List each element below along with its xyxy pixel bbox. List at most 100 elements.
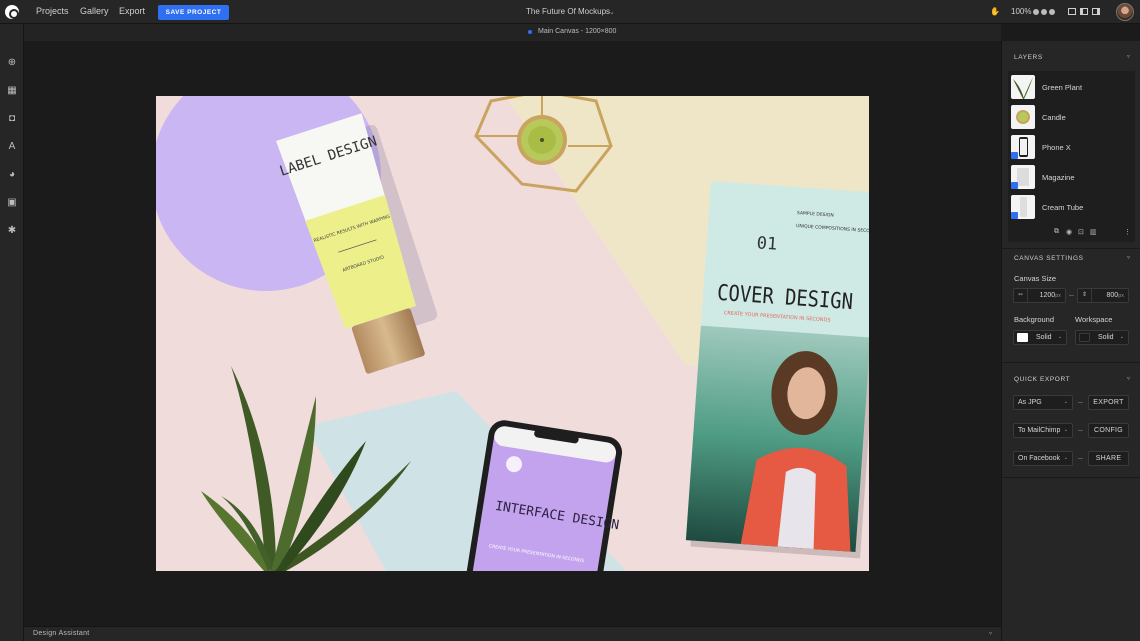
unit-label: px — [1055, 293, 1061, 299]
export-button[interactable]: EXPORT — [1088, 395, 1129, 410]
chevron-down-icon: ⌄ — [1057, 334, 1062, 340]
canvas-info-bar: Main Canvas - 1200×800 — [24, 24, 1001, 41]
workspace: LABEL DESIGN REALISTIC RESULTS WITH WARP… — [24, 41, 1001, 626]
layer-thumb — [1011, 195, 1035, 219]
layers-list: Green Plant Candle Phone X Magazine Crea… — [1008, 71, 1135, 242]
zoom-out-icon[interactable] — [1041, 9, 1047, 15]
facebook-value: On Facebook — [1018, 455, 1061, 462]
smart-object-icon — [1011, 212, 1018, 219]
visibility-icon[interactable]: ◉ — [1066, 228, 1072, 236]
canvas-settings-collapse-icon[interactable]: ▿ — [1127, 254, 1130, 261]
layer-name: Phone X — [1042, 143, 1071, 152]
layout-single-icon[interactable] — [1068, 8, 1076, 15]
more-icon[interactable]: ⋮ — [1124, 228, 1131, 236]
duplicate-icon[interactable]: ⧉ — [1054, 228, 1059, 236]
canvas-width-field[interactable]: ⇿ 1200px — [1013, 288, 1066, 303]
delete-icon[interactable]: ▥ — [1090, 228, 1097, 236]
layer-thumb — [1011, 75, 1035, 99]
layers-collapse-icon[interactable]: ▿ — [1127, 53, 1130, 60]
chevron-down-icon: ⌄ — [1119, 334, 1124, 340]
export-format-value: As JPG — [1018, 399, 1042, 406]
canvas-size-label: Canvas Size — [1014, 274, 1057, 283]
main-canvas[interactable]: LABEL DESIGN REALISTIC RESULTS WITH WARP… — [156, 96, 869, 571]
canvas-width-value: 1200 — [1039, 292, 1056, 299]
layer-thumb — [1011, 105, 1035, 129]
canvas-settings-title: CANVAS SETTINGS — [1014, 255, 1084, 262]
export-format-select[interactable]: As JPG ⌄ — [1013, 395, 1073, 410]
workspace-swatch — [1079, 333, 1090, 342]
workspace-select[interactable]: Solid ⌄ — [1075, 330, 1129, 345]
mailchimp-value: To MailChimp — [1018, 427, 1061, 434]
app-window: Projects Gallery Export SAVE PROJECT The… — [0, 0, 1140, 641]
nav-gallery[interactable]: Gallery — [80, 6, 109, 16]
background-select[interactable]: Solid ⌄ — [1013, 330, 1067, 345]
project-title[interactable]: The Future Of Mockups — [526, 7, 610, 16]
screen-icon[interactable]: ▣ — [6, 197, 18, 209]
workspace-value: Solid — [1098, 334, 1114, 341]
layer-item-green-plant[interactable]: Green Plant — [1011, 73, 1133, 101]
canvas-height-field[interactable]: ⇕ 800px — [1077, 288, 1129, 303]
divider — [1002, 477, 1140, 478]
canvas-name: Main Canvas - 1200×800 — [538, 28, 617, 35]
hand-tool-icon[interactable]: ✋ — [990, 7, 1000, 16]
layer-item-cream-tube[interactable]: Cream Tube — [1011, 193, 1133, 221]
grid-icon[interactable]: ▦ — [6, 85, 18, 97]
avatar[interactable] — [1116, 3, 1134, 21]
lock-icon[interactable]: ⊡ — [1078, 228, 1084, 236]
layer-item-magazine[interactable]: Magazine — [1011, 163, 1133, 191]
shapes-icon[interactable]: ◕ — [6, 169, 18, 181]
save-project-button[interactable]: SAVE PROJECT — [158, 5, 229, 20]
effects-icon[interactable]: ✱ — [6, 225, 18, 237]
zoom-level[interactable]: 100% — [1011, 7, 1031, 16]
quick-export-title: QUICK EXPORT — [1014, 376, 1071, 383]
background-value: Solid — [1036, 334, 1052, 341]
magazine-mockup[interactable]: SAMPLE DESIGN UNIQUE COMPOSITIONS IN SEC… — [685, 181, 869, 561]
layer-item-candle[interactable]: Candle — [1011, 103, 1133, 131]
workspace-label: Workspace — [1075, 315, 1113, 324]
unit-label: px — [1118, 293, 1124, 299]
chevron-down-icon[interactable]: ⌄ — [609, 8, 615, 16]
chevron-down-icon: ⌄ — [1063, 455, 1068, 461]
smart-object-icon — [1011, 182, 1018, 189]
design-assistant-bar[interactable]: Design Assistant ▿ — [24, 626, 1001, 641]
link-icon[interactable] — [1069, 295, 1074, 296]
design-assistant-label: Design Assistant — [33, 630, 90, 637]
top-bar: Projects Gallery Export SAVE PROJECT The… — [0, 0, 1140, 24]
zoom-fit-icon[interactable] — [1049, 9, 1055, 15]
collapse-icon[interactable]: ▿ — [989, 630, 992, 637]
connector — [1078, 402, 1083, 403]
mailchimp-select[interactable]: To MailChimp ⌄ — [1013, 423, 1073, 438]
facebook-select[interactable]: On Facebook ⌄ — [1013, 451, 1073, 466]
canvas-status-dot — [528, 30, 532, 34]
add-icon[interactable]: ⊕ — [6, 57, 18, 69]
layer-name: Candle — [1042, 113, 1066, 122]
text-tool-icon[interactable]: A — [6, 141, 18, 153]
background-label: Background — [1014, 315, 1055, 324]
layer-thumb — [1011, 135, 1035, 159]
mockup-scene: LABEL DESIGN REALISTIC RESULTS WITH WARP… — [156, 96, 869, 571]
layout-left-icon[interactable] — [1080, 8, 1088, 15]
layer-name: Cream Tube — [1042, 203, 1084, 212]
left-toolbar: ⊕ ▦ ◘ A ◕ ▣ ✱ — [0, 24, 24, 641]
layout-right-icon[interactable] — [1092, 8, 1100, 15]
background-swatch — [1017, 333, 1028, 342]
width-icon: ⇿ — [1014, 289, 1028, 302]
layers-title: LAYERS — [1014, 54, 1043, 61]
share-button[interactable]: SHARE — [1088, 451, 1129, 466]
layer-item-phone-x[interactable]: Phone X — [1011, 133, 1133, 161]
chevron-down-icon: ⌄ — [1063, 427, 1068, 433]
app-logo-icon[interactable] — [5, 5, 19, 19]
divider — [1002, 362, 1140, 363]
height-icon: ⇕ — [1078, 289, 1092, 302]
canvas-height-value: 800 — [1106, 292, 1119, 299]
zoom-in-icon[interactable] — [1033, 9, 1039, 15]
config-button[interactable]: CONFIG — [1088, 423, 1129, 438]
nav-export[interactable]: Export — [119, 6, 145, 16]
quick-export-collapse-icon[interactable]: ▿ — [1127, 375, 1130, 382]
nav-projects[interactable]: Projects — [36, 6, 69, 16]
smart-object-icon — [1011, 152, 1018, 159]
connector — [1078, 430, 1083, 431]
magazine-number: 01 — [756, 233, 778, 254]
layer-name: Green Plant — [1042, 83, 1083, 92]
camera-icon[interactable]: ◘ — [6, 113, 18, 125]
